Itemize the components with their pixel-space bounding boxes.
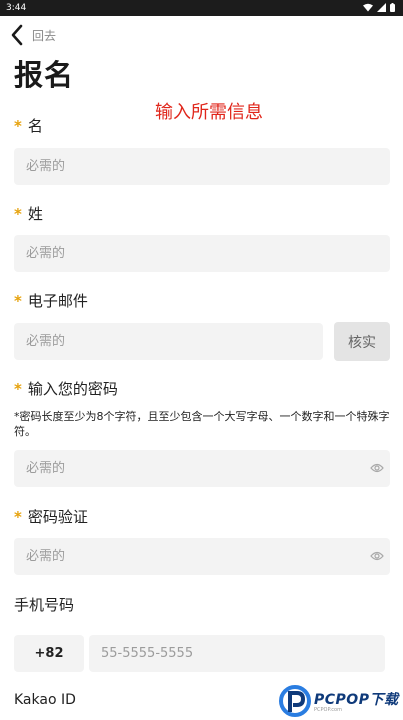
email-label-text: 电子邮件 xyxy=(27,292,88,310)
watermark-brand: PCPOP下载 xyxy=(314,692,399,708)
verify-button[interactable]: 核实 xyxy=(334,322,390,361)
status-time: 3:44 xyxy=(6,3,27,13)
watermark-sub: PCPOP.com xyxy=(314,707,342,713)
eye-icon[interactable] xyxy=(370,550,384,562)
first-name-label: * 名 xyxy=(14,116,43,136)
password-hint: *密码长度至少为8个字符，且至少包含一个大写字母、一个数字和一个特殊字符。 xyxy=(14,410,390,438)
last-name-field[interactable] xyxy=(14,235,390,272)
password-confirm-label: * 密码验证 xyxy=(14,507,88,527)
phone-field[interactable] xyxy=(89,635,385,672)
required-mark: * xyxy=(14,117,22,135)
pcpop-logo-icon xyxy=(279,685,311,717)
phone-label: 手机号码 xyxy=(14,596,75,614)
back-label: 回去 xyxy=(32,28,57,43)
last-name-label-text: 姓 xyxy=(27,205,43,223)
password-input[interactable] xyxy=(14,450,390,487)
signal-icon xyxy=(377,3,386,12)
chevron-left-icon xyxy=(11,24,23,46)
phone-input[interactable] xyxy=(89,635,385,672)
password-label: * 输入您的密码 xyxy=(14,379,118,399)
annotation-text: 输入所需信息 xyxy=(155,102,263,123)
wifi-icon xyxy=(363,3,373,12)
kakao-id-label: Kakao ID xyxy=(14,692,76,708)
page-title: 报名 xyxy=(14,58,75,92)
status-bar: 3:44 xyxy=(0,0,403,16)
last-name-input[interactable] xyxy=(14,235,390,272)
email-field[interactable] xyxy=(14,323,323,360)
password-label-text: 输入您的密码 xyxy=(27,380,118,398)
required-mark: * xyxy=(14,292,22,310)
password-confirm-input[interactable] xyxy=(14,538,390,575)
back-button[interactable]: 回去 xyxy=(10,22,56,48)
email-input[interactable] xyxy=(14,323,323,360)
first-name-label-text: 名 xyxy=(27,117,43,135)
required-mark: * xyxy=(14,380,22,398)
email-label: * 电子邮件 xyxy=(14,291,88,311)
country-code-selector[interactable]: +82 xyxy=(14,635,84,672)
last-name-label: * 姓 xyxy=(14,204,43,224)
status-icons xyxy=(363,3,395,12)
eye-icon[interactable] xyxy=(370,462,384,474)
required-mark: * xyxy=(14,205,22,223)
password-confirm-label-text: 密码验证 xyxy=(27,508,88,526)
password-field[interactable] xyxy=(14,450,390,487)
required-mark: * xyxy=(14,508,22,526)
password-confirm-field[interactable] xyxy=(14,538,390,575)
first-name-field[interactable] xyxy=(14,148,390,185)
battery-icon xyxy=(390,3,395,12)
first-name-input[interactable] xyxy=(14,148,390,185)
watermark: PCPOP下载 PCPOP.com xyxy=(278,684,403,720)
